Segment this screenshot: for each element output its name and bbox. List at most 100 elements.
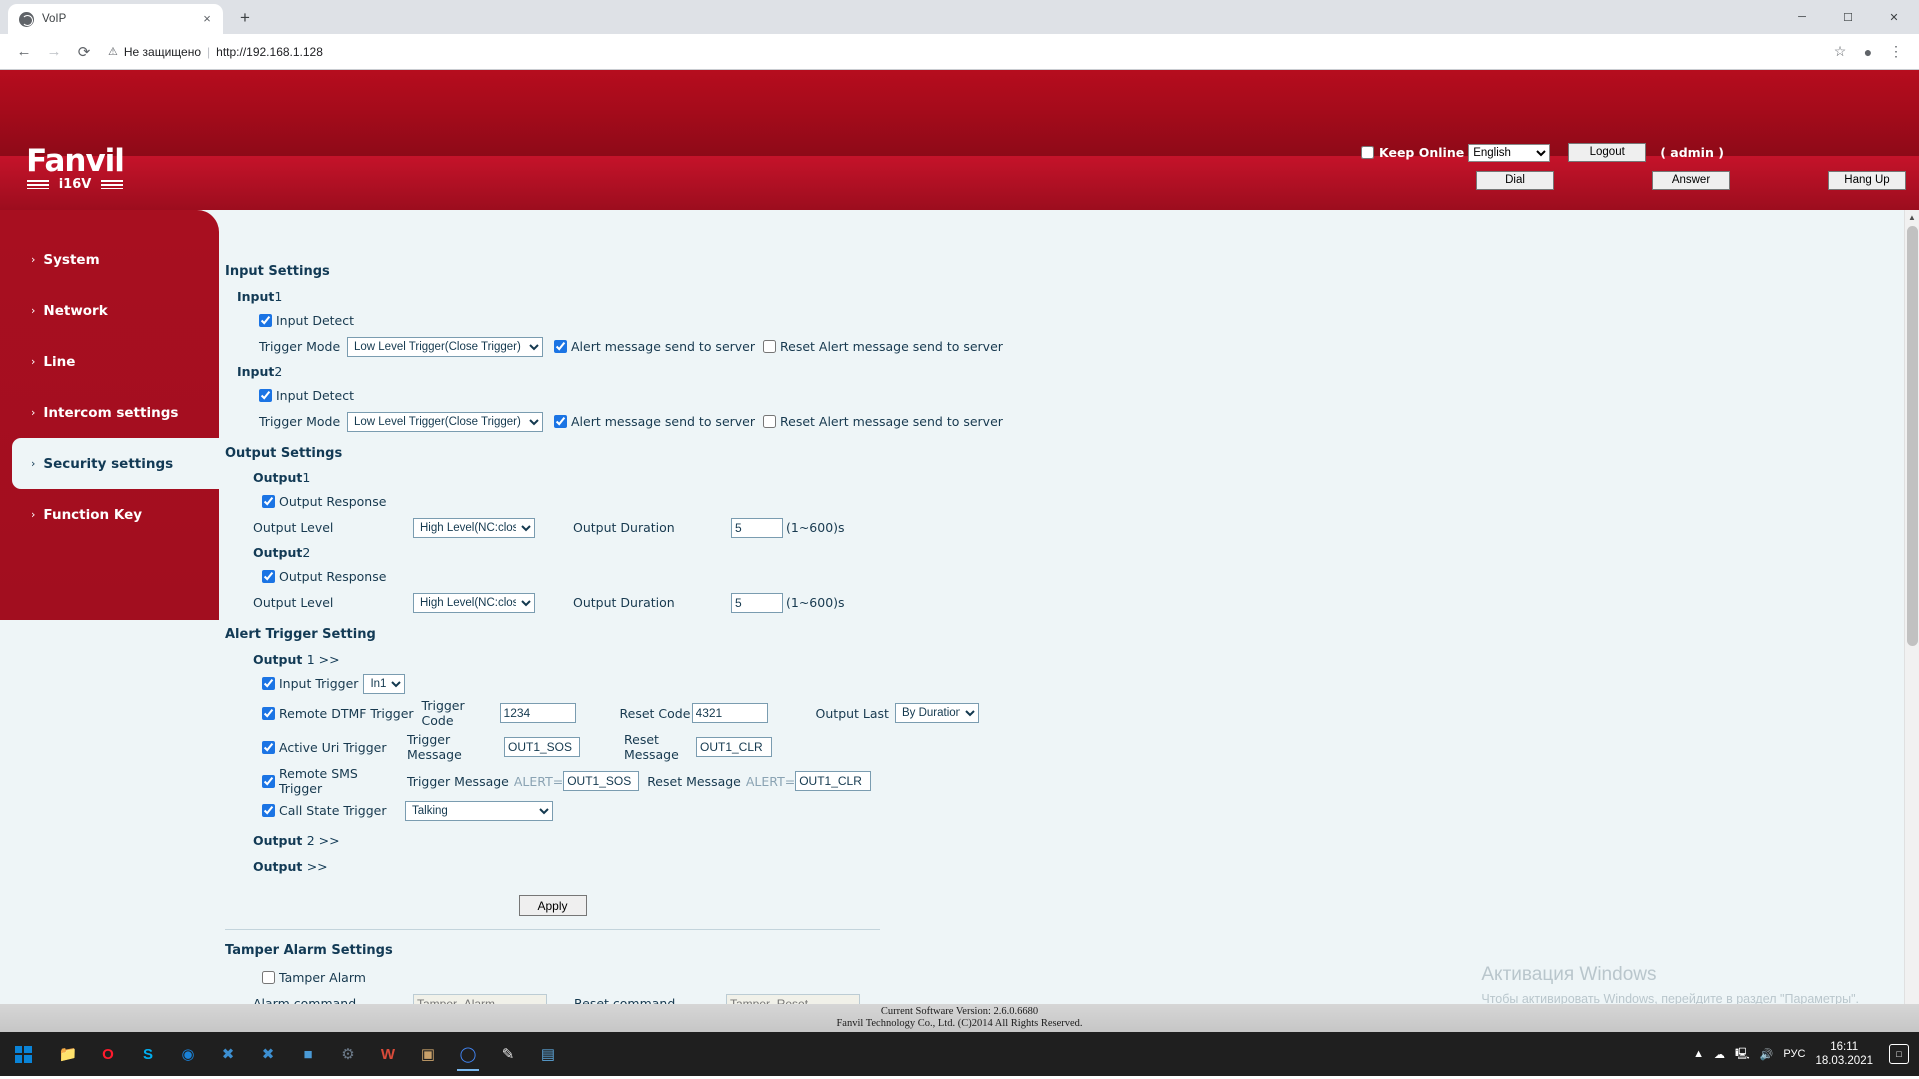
logout-button[interactable]: Logout: [1568, 143, 1647, 162]
profile-avatar-icon[interactable]: ●: [1855, 39, 1881, 65]
remote-sms-trigger-checkbox[interactable]: [262, 774, 275, 788]
output2-response-checkbox[interactable]: [262, 570, 275, 583]
dtmf-trigger-code-input[interactable]: [499, 703, 576, 723]
active-uri-trigger-checkbox[interactable]: [262, 740, 275, 754]
taskbar-item-chrome[interactable]: ◯: [450, 1036, 486, 1072]
window-close-icon[interactable]: ✕: [1871, 1, 1917, 33]
apply-button[interactable]: Apply: [518, 895, 587, 916]
start-button[interactable]: [0, 1032, 46, 1076]
alert-output-all-heading[interactable]: Output >>: [253, 859, 1901, 874]
reload-icon[interactable]: ⟳: [70, 38, 98, 66]
remote-dtmf-trigger-label: Remote DTMF Trigger: [279, 705, 414, 721]
new-tab-button[interactable]: +: [231, 4, 259, 32]
output1-response-checkbox[interactable]: [262, 495, 275, 508]
tab-title: VoIP: [42, 13, 67, 25]
maximize-icon[interactable]: ☐: [1825, 1, 1871, 33]
taskbar-item-app-blue-3[interactable]: ■: [290, 1036, 326, 1072]
output1-duration-label: Output Duration: [573, 520, 675, 535]
taskbar-item-skype[interactable]: S: [130, 1036, 166, 1072]
input1-alert-send-checkbox[interactable]: [554, 340, 567, 353]
sidebar-item-security-settings[interactable]: › Security settings: [12, 438, 219, 489]
output1-duration-input[interactable]: [731, 517, 783, 538]
security-status-text: Не защищено: [123, 44, 202, 59]
network-icon[interactable]: 🖳: [1735, 1045, 1750, 1064]
notification-center-icon[interactable]: □: [1889, 1044, 1909, 1064]
input-trigger-checkbox[interactable]: [262, 677, 275, 690]
language-select[interactable]: English: [1468, 143, 1551, 162]
uri-reset-message-label: Reset Message: [624, 732, 679, 762]
input2-reset-alert-checkbox[interactable]: [763, 415, 777, 428]
close-icon[interactable]: ×: [199, 11, 215, 27]
taskbar-item-photo-viewer[interactable]: ▣: [410, 1036, 446, 1072]
answer-button[interactable]: Answer: [1652, 171, 1730, 190]
taskbar-item-settings-app[interactable]: ⚙: [330, 1036, 366, 1072]
minimize-icon[interactable]: ─: [1779, 1, 1825, 33]
taskbar-item-app-blue-1[interactable]: ✖: [210, 1036, 246, 1072]
uri-reset-message-input[interactable]: [696, 737, 772, 757]
dial-button[interactable]: Dial: [1476, 171, 1554, 190]
sidebar-item-system[interactable]: › System: [0, 234, 219, 285]
scrollbar-thumb[interactable]: [1907, 226, 1918, 646]
input2-alert-send-checkbox[interactable]: [554, 415, 567, 428]
copyright-text: Fanvil Technology Co., Ltd. (C)2014 All …: [836, 1018, 1083, 1029]
browser-tab-voip[interactable]: VoIP ×: [8, 4, 223, 34]
taskbar-item-messenger[interactable]: ◉: [170, 1036, 206, 1072]
chevron-right-icon: ›: [31, 406, 36, 419]
show-hidden-icons-icon[interactable]: ▲: [1693, 1048, 1704, 1060]
system-tray: ▲ ☁ 🖳 🔊 РУС 16:11 18.03.2021 □: [1693, 1040, 1919, 1068]
volume-icon[interactable]: 🔊: [1760, 1048, 1774, 1061]
browser-menu-icon[interactable]: ⋮: [1883, 39, 1909, 65]
output2-level-select[interactable]: High Level(NC:closed): [413, 592, 535, 613]
keep-online-toggle[interactable]: Keep Online: [1361, 145, 1464, 160]
sidebar-item-line[interactable]: › Line: [0, 336, 219, 387]
tamper-alarm-checkbox[interactable]: [262, 971, 275, 984]
uri-trigger-message-input[interactable]: [504, 737, 580, 757]
onedrive-icon[interactable]: ☁: [1714, 1048, 1725, 1061]
scroll-up-icon[interactable]: ▲: [1905, 210, 1919, 225]
input1-reset-alert-checkbox[interactable]: [763, 340, 777, 353]
forward-icon[interactable]: →: [40, 38, 68, 66]
language-indicator[interactable]: РУС: [1783, 1048, 1805, 1060]
output-last-select[interactable]: By Duration: [894, 703, 979, 723]
input1-heading: Input1: [237, 289, 283, 304]
taskbar-item-notes-app[interactable]: ✎: [490, 1036, 526, 1072]
taskbar-item-remote-desktop[interactable]: ▤: [530, 1036, 566, 1072]
sidebar-item-label: Intercom settings: [43, 404, 179, 421]
keep-online-checkbox[interactable]: [1361, 146, 1374, 159]
remote-dtmf-trigger-checkbox[interactable]: [262, 706, 275, 720]
alert-output2-heading[interactable]: Output 2 >>: [253, 833, 1901, 848]
taskbar-item-file-explorer[interactable]: 📁: [50, 1036, 86, 1072]
sidebar-item-function-key[interactable]: › Function Key: [0, 489, 219, 540]
call-state-select[interactable]: Talking: [405, 800, 553, 821]
output2-response-label: Output Response: [279, 569, 387, 584]
output1-heading: Output1: [253, 470, 311, 485]
output2-duration-input[interactable]: [731, 592, 783, 613]
sidebar-item-network[interactable]: › Network: [0, 285, 219, 336]
address-bar[interactable]: ⚠ Не защищено | http://192.168.1.128: [108, 39, 1825, 65]
input2-trigger-mode-select[interactable]: Low Level Trigger(Close Trigger): [347, 411, 543, 432]
output1-level-select[interactable]: High Level(NC:closed): [413, 517, 535, 538]
taskbar-item-opera[interactable]: O: [90, 1036, 126, 1072]
windows-logo-icon: [14, 1045, 32, 1063]
remote-sms-trigger-label: Remote SMS Trigger: [279, 766, 358, 796]
sms-reset-message-input[interactable]: [795, 771, 872, 791]
sms-trigger-message-input[interactable]: [563, 771, 640, 791]
keep-online-label: Keep Online: [1379, 145, 1465, 160]
back-icon[interactable]: ←: [10, 38, 38, 66]
bookmark-star-icon[interactable]: ☆: [1827, 39, 1853, 65]
dtmf-reset-code-input[interactable]: [691, 703, 768, 723]
alert-output1-heading: Output 1 >>: [253, 652, 340, 667]
sidebar-item-intercom-settings[interactable]: › Intercom settings: [0, 387, 219, 438]
input1-detect-checkbox[interactable]: [259, 314, 272, 327]
input-trigger-source-select[interactable]: In1: [363, 673, 406, 694]
input2-detect-checkbox[interactable]: [259, 389, 272, 402]
page-scrollbar[interactable]: ▲ ▼: [1904, 210, 1919, 1032]
taskbar-item-app-blue-2[interactable]: ✖: [250, 1036, 286, 1072]
output-last-label: Output Last: [815, 705, 889, 721]
call-state-trigger-checkbox[interactable]: [262, 804, 275, 817]
hang-up-button[interactable]: Hang Up: [1828, 171, 1906, 190]
taskbar-clock[interactable]: 16:11 18.03.2021: [1815, 1040, 1873, 1068]
input1-trigger-mode-select[interactable]: Low Level Trigger(Close Trigger): [347, 336, 543, 357]
chevron-right-icon: ›: [31, 355, 36, 368]
taskbar-item-wps-writer[interactable]: W: [370, 1036, 406, 1072]
